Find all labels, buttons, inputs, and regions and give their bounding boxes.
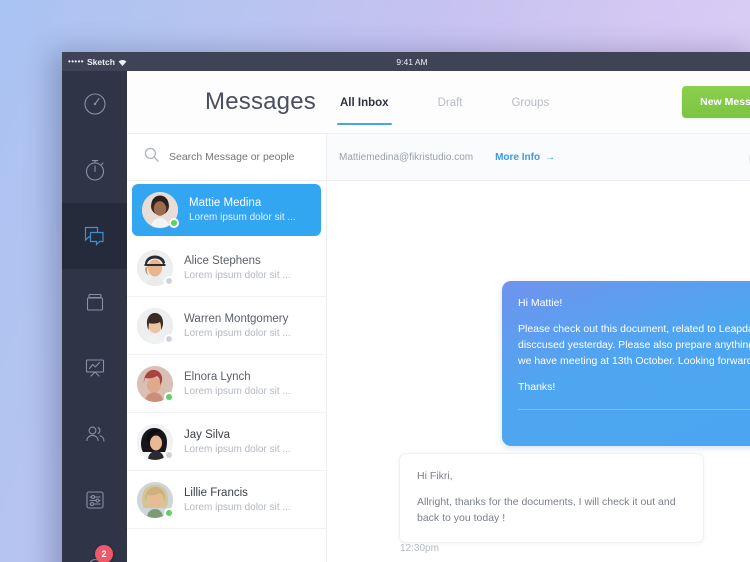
contact-text: Warren Montgomery Lorem ipsum dolor sit … <box>184 313 291 339</box>
more-info-link[interactable]: More Info → <box>495 152 555 163</box>
outgoing-body-line-2: disccused yesterday. Please also prepare… <box>518 339 750 351</box>
contact-name: Alice Stephens <box>184 254 261 267</box>
contact-text: Alice Stephens Lorem ipsum dolor sit ... <box>184 255 291 281</box>
chat-panel: Hi Mattie! Please check out this documen… <box>327 181 750 562</box>
conversation-bar: Mattiemedina@fikristudio.com More Info → <box>327 134 750 181</box>
incoming-body-line-2: back to you today ! <box>417 512 506 524</box>
sidebar-item-contacts[interactable] <box>62 401 127 467</box>
outgoing-greeting: Hi Mattie! <box>518 297 563 309</box>
contact-preview: Lorem ipsum dolor sit ... <box>184 327 291 339</box>
status-dot-online <box>164 507 174 518</box>
contact-list-item[interactable]: Alice Stephens Lorem ipsum dolor sit ... <box>127 239 326 297</box>
status-time: 9:41 AM <box>396 56 428 67</box>
avatar <box>137 365 174 402</box>
incoming-message-bubble: Hi Fikri, Allright, thanks for the docum… <box>399 453 704 543</box>
sidebar-item-timer[interactable] <box>62 137 127 203</box>
header: Messages All Inbox Draft Groups New Mess… <box>127 71 750 134</box>
status-dot-online <box>164 391 174 402</box>
avatar <box>137 307 174 344</box>
notification-badge: 2 <box>95 545 113 562</box>
new-message-button[interactable]: New Message <box>682 86 750 118</box>
archive-box-icon <box>83 290 107 314</box>
contact-list[interactable]: Mattie Medina Lorem ipsum dolor sit ... <box>127 181 327 562</box>
contact-name: Jay Silva <box>184 428 231 441</box>
status-dot-offline <box>164 333 174 344</box>
incoming-message-time: 12:30pm <box>400 543 439 554</box>
contact-text: Lillie Francis Lorem ipsum dolor sit ... <box>184 487 291 513</box>
stopwatch-icon <box>83 158 107 182</box>
outgoing-body-line-1: Please check out this document, related … <box>518 323 750 335</box>
contact-preview: Lorem ipsum dolor sit ... <box>184 385 291 397</box>
avatar <box>137 249 174 286</box>
contact-name: Warren Montgomery <box>184 312 289 325</box>
contact-name: Elnora Lynch <box>184 370 251 383</box>
sidebar-item-archive[interactable] <box>62 269 127 335</box>
incoming-greeting: Hi Fikri, <box>417 470 453 482</box>
sidebar-item-notifications[interactable]: 2 <box>62 533 127 562</box>
search-icon <box>144 147 159 167</box>
sidebar-item-messages[interactable] <box>62 203 127 269</box>
contact-list-item[interactable]: Warren Montgomery Lorem ipsum dolor sit … <box>127 297 326 355</box>
contact-name: Lillie Francis <box>184 486 248 499</box>
contact-list-item[interactable]: Mattie Medina Lorem ipsum dolor sit ... <box>132 184 321 236</box>
incoming-body-line-1: Allright, thanks for the documents, I wi… <box>417 496 676 508</box>
outgoing-closing: Thanks! <box>518 381 556 393</box>
search-input[interactable] <box>169 151 309 163</box>
tab-draft[interactable]: Draft <box>438 97 463 125</box>
search-box[interactable] <box>127 134 327 181</box>
status-dot-offline <box>164 275 174 286</box>
outgoing-message-bubble: Hi Mattie! Please check out this documen… <box>502 281 750 446</box>
contact-preview: Lorem ipsum dolor sit ... <box>184 443 291 455</box>
status-dot-online <box>169 218 179 228</box>
tab-groups[interactable]: Groups <box>511 97 549 125</box>
sliders-settings-icon <box>83 488 107 512</box>
presentation-chart-icon <box>83 356 107 380</box>
contact-name: Mattie Medina <box>189 197 262 209</box>
status-dot-offline <box>164 449 174 460</box>
avatar <box>137 423 174 460</box>
contact-list-item[interactable]: Jay Silva Lorem ipsum dolor sit ... <box>127 413 326 471</box>
contact-text: Elnora Lynch Lorem ipsum dolor sit ... <box>184 371 291 397</box>
contact-text: Jay Silva Lorem ipsum dolor sit ... <box>184 429 291 455</box>
contact-preview: Lorem ipsum dolor sit ... <box>189 212 296 223</box>
contact-preview: Lorem ipsum dolor sit ... <box>184 501 291 513</box>
outgoing-body-line-3: we have meeting at 13th October. Looking… <box>518 355 750 367</box>
tab-all-inbox[interactable]: All Inbox <box>337 97 392 125</box>
conversation-email: Mattiemedina@fikristudio.com <box>339 151 474 163</box>
sidebar-item-settings[interactable] <box>62 467 127 533</box>
contact-preview: Lorem ipsum dolor sit ... <box>184 269 291 281</box>
sidebar-item-dashboard[interactable] <box>62 71 127 137</box>
sidebar: 2 <box>62 71 127 562</box>
more-info-label: More Info <box>495 151 541 163</box>
attachment-row[interactable]: documents.zip <box>518 410 750 446</box>
tab-bar: All Inbox Draft Groups <box>337 97 549 125</box>
page-title: Messages <box>205 88 316 115</box>
contact-list-item[interactable]: Lillie Francis Lorem ipsum dolor sit ... <box>127 471 326 529</box>
app-window: ••••• Sketch 9:41 AM 2 Messages All Inbo… <box>62 52 750 562</box>
chat-bubble-icon <box>82 224 107 248</box>
sidebar-item-reports[interactable] <box>62 335 127 401</box>
dashboard-gauge-icon <box>83 92 107 116</box>
arrow-right-icon: → <box>545 151 556 163</box>
contact-text: Mattie Medina Lorem ipsum dolor sit ... <box>189 197 296 223</box>
status-bar: ••••• Sketch 9:41 AM <box>62 52 750 71</box>
users-icon <box>83 422 107 446</box>
contact-list-item[interactable]: Elnora Lynch Lorem ipsum dolor sit ... <box>127 355 326 413</box>
avatar <box>137 481 174 518</box>
avatar <box>142 192 179 228</box>
